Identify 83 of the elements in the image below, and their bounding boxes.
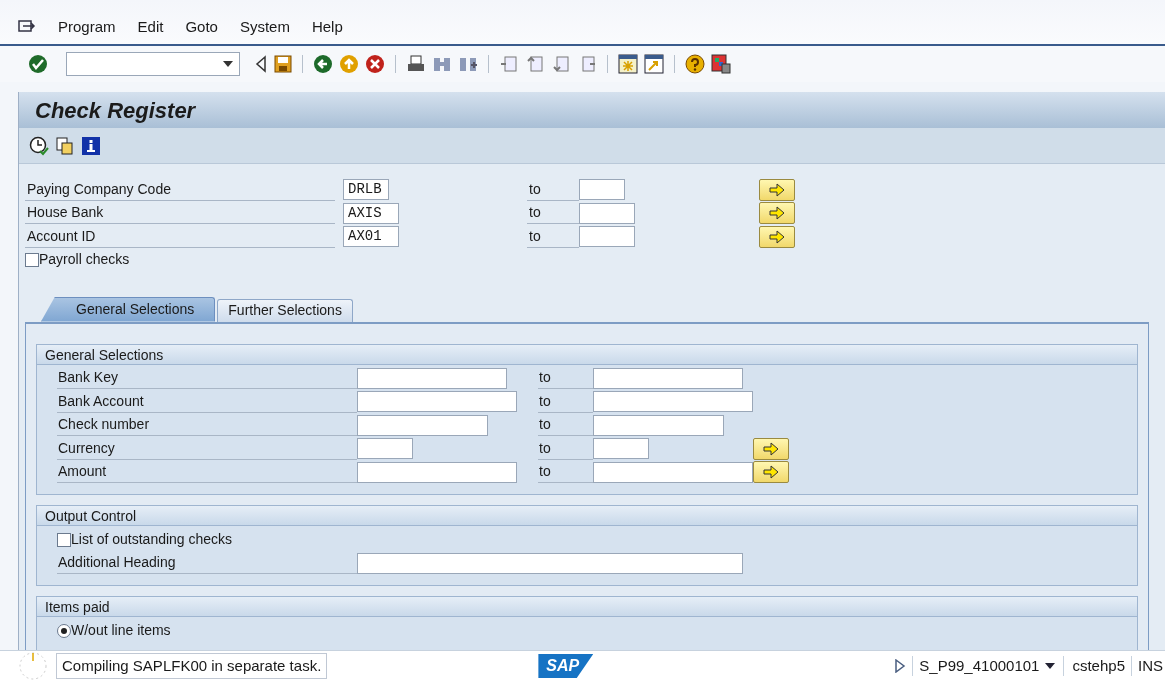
field-label: Check number	[57, 414, 357, 437]
sap-logo: SAP	[538, 654, 594, 678]
busy-indicator-icon	[18, 651, 48, 681]
new-window-icon[interactable]	[618, 54, 638, 74]
input-field[interactable]	[593, 367, 743, 389]
field-label: Paying Company Code	[25, 178, 335, 201]
system-info[interactable]: S_P99_41000101	[919, 654, 1040, 678]
tab[interactable]: Further Selections	[217, 298, 353, 322]
multiple-selection-button[interactable]	[753, 437, 789, 460]
multiple-selection-button[interactable]	[759, 225, 795, 248]
input-field[interactable]: AXIS	[343, 202, 399, 224]
copy-icon[interactable]	[55, 135, 75, 156]
command-field[interactable]	[66, 52, 240, 76]
server-name: cstehp5	[1072, 655, 1125, 676]
print-icon[interactable]	[406, 55, 426, 73]
input-field[interactable]	[357, 552, 743, 574]
shortcut-icon[interactable]	[644, 54, 664, 74]
arrow-right-icon	[769, 229, 785, 244]
input-field[interactable]	[593, 461, 753, 483]
info-icon[interactable]	[81, 135, 101, 156]
check-icon[interactable]	[28, 54, 48, 74]
field-label: Account ID	[25, 225, 335, 248]
input-field[interactable]	[593, 438, 649, 460]
input-field[interactable]	[357, 391, 517, 413]
input-field[interactable]	[357, 461, 517, 483]
radio-button[interactable]	[57, 623, 71, 638]
arrow-right-icon	[763, 441, 779, 456]
cancel-icon[interactable]	[365, 54, 385, 74]
menu-item[interactable]: Edit	[137, 15, 164, 38]
menu-item[interactable]: Help	[311, 15, 343, 38]
layout-icon[interactable]	[711, 54, 731, 74]
input-field[interactable]	[357, 438, 413, 460]
arrow-right-icon	[763, 465, 779, 480]
arrow-right-icon	[769, 182, 785, 197]
multiple-selection-button[interactable]	[759, 178, 795, 201]
input-field[interactable]: AX01	[343, 226, 399, 248]
checkbox[interactable]	[25, 252, 39, 267]
binoculars-icon[interactable]	[432, 55, 452, 73]
field-label: Amount	[57, 461, 357, 484]
group-title: General Selections	[37, 344, 1137, 365]
menu-item[interactable]: Goto	[185, 15, 218, 38]
group-title: Output Control	[37, 506, 1137, 526]
field-label: Additional Heading	[57, 552, 357, 575]
clock-icon[interactable]	[29, 135, 49, 156]
dropdown-icon[interactable]	[223, 61, 233, 67]
menu-item[interactable]: System	[239, 15, 290, 38]
binoculars-plus-icon[interactable]	[458, 55, 478, 73]
checkbox[interactable]	[57, 532, 71, 547]
group-title: Items paid	[37, 597, 1137, 617]
field-label: Currency	[57, 437, 357, 460]
input-field[interactable]	[579, 179, 625, 201]
insert-mode: INS	[1138, 655, 1164, 676]
back-icon[interactable]	[313, 54, 333, 74]
help-icon[interactable]	[685, 54, 705, 74]
checkbox-label: List of outstanding checks	[71, 530, 233, 550]
back-triangle-icon[interactable]	[254, 55, 268, 73]
dropdown-icon[interactable]	[1045, 663, 1056, 669]
status-message: Compiling SAPLFK00 in separate task.	[56, 653, 328, 679]
screen-title: Check Register	[35, 96, 196, 125]
input-field[interactable]	[357, 367, 507, 389]
input-field[interactable]	[593, 391, 753, 413]
previous-page-icon[interactable]	[525, 55, 545, 73]
tab[interactable]: General Selections	[41, 296, 216, 322]
multiple-selection-button[interactable]	[753, 461, 789, 484]
expand-triangle-icon[interactable]	[894, 659, 907, 673]
input-field[interactable]	[579, 202, 635, 224]
input-field[interactable]	[579, 226, 635, 248]
exit-icon[interactable]	[339, 54, 359, 74]
field-label: Bank Key	[57, 367, 357, 390]
input-field[interactable]	[357, 414, 488, 436]
checkbox-label: Payroll checks	[39, 250, 130, 269]
field-label: Bank Account	[57, 390, 357, 413]
multiple-selection-button[interactable]	[759, 202, 795, 225]
input-field[interactable]	[593, 414, 724, 436]
input-field[interactable]: DRLB	[343, 179, 389, 201]
menu-item[interactable]: Program	[58, 15, 116, 38]
next-page-icon[interactable]	[551, 55, 571, 73]
arrow-right-icon	[769, 206, 785, 221]
radio-label: W/out line items	[71, 621, 171, 641]
field-label: House Bank	[25, 202, 335, 225]
save-icon[interactable]	[274, 55, 292, 73]
menu-icon[interactable]	[18, 20, 36, 34]
first-page-icon[interactable]	[499, 55, 519, 73]
